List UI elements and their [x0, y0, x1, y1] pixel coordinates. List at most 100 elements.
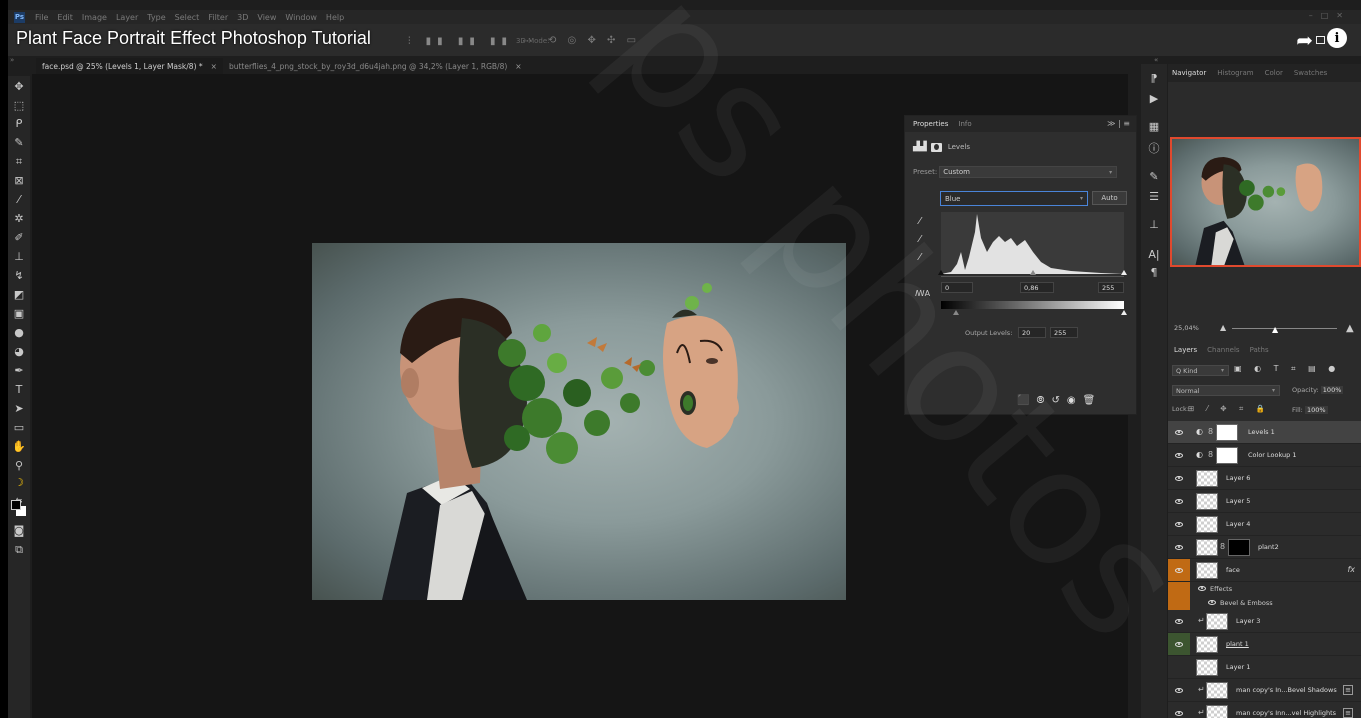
menu-image[interactable]: Image [82, 13, 107, 22]
history-brush-tool-icon[interactable]: ↯ [11, 269, 27, 283]
opacity-value[interactable]: 100% [1320, 386, 1344, 394]
clone-stamp-tool-icon[interactable]: ⊥ [11, 250, 27, 264]
brush-tool-icon[interactable]: ✐ [11, 231, 27, 245]
visibility-toggle[interactable] [1168, 513, 1190, 535]
zoom-in-icon[interactable]: ▲ [1346, 323, 1354, 334]
pen-tool-icon[interactable]: ✒ [11, 364, 27, 378]
tab-channels[interactable]: Channels [1207, 346, 1239, 354]
screen-mode-icon[interactable]: ⧉ [11, 543, 27, 557]
zoom-tool-icon[interactable]: ⚲ [11, 459, 27, 473]
fill-value[interactable]: 100% [1304, 406, 1328, 414]
layer-thumbnail[interactable] [1196, 493, 1218, 510]
adjustments-panel-icon[interactable]: ▦ [1147, 120, 1161, 133]
foreground-color-swatch[interactable] [11, 500, 21, 510]
crop-tool-icon[interactable]: ⌗ [11, 155, 27, 169]
reset-icon[interactable]: ↺ [1051, 395, 1066, 406]
channel-dropdown[interactable]: Blue ▾ [940, 191, 1088, 206]
brushes-panel-icon[interactable]: ✎ [1147, 170, 1161, 183]
layer-name[interactable]: Color Lookup 1 [1248, 451, 1297, 459]
layer-name[interactable]: Layer 4 [1226, 520, 1250, 528]
view-previous-icon[interactable]: ⦾ [1036, 395, 1051, 406]
visibility-toggle[interactable] [1168, 536, 1190, 558]
menu-layer[interactable]: Layer [116, 13, 138, 22]
menu-view[interactable]: View [257, 13, 276, 22]
eyedropper-tool-icon[interactable]: ⁄ [11, 193, 27, 207]
eye-icon[interactable] [1208, 600, 1216, 605]
3d-mode-icons[interactable]: ⟲ ◎ ✥ ✣ ▭ [548, 35, 640, 46]
history-panel-icon[interactable]: ⁋ [1147, 72, 1161, 85]
tab-swatches[interactable]: Swatches [1294, 69, 1327, 77]
input-black-field[interactable]: 0 [941, 282, 973, 293]
visibility-toggle[interactable] [1168, 610, 1190, 632]
levels-histogram-icon[interactable]: ▟▟ [913, 142, 927, 152]
tab-butterflies-png[interactable]: butterflies_4_png_stock_by_roy3d_d6u4jah… [223, 58, 528, 74]
auto-button[interactable]: Auto [1092, 191, 1127, 205]
layer-effects-row[interactable]: Effects [1168, 582, 1361, 596]
marquee-tool-icon[interactable]: ⬚ [11, 99, 27, 113]
lock-icons[interactable]: ⊞ ⁄ ✥ ⌗ 🔒 [1188, 404, 1270, 414]
menu-window[interactable]: Window [285, 13, 317, 22]
collapse-left-icon[interactable]: » [10, 56, 14, 64]
fill-control[interactable]: Fill: 100% [1292, 406, 1328, 414]
healing-brush-tool-icon[interactable]: ✲ [11, 212, 27, 226]
layer-thumbnail[interactable] [1206, 705, 1228, 718]
menu-3d[interactable]: 3D [237, 13, 248, 22]
close-tab-icon[interactable]: × [515, 62, 521, 71]
quick-mask-icon[interactable]: ◙ [11, 524, 27, 538]
layer-name[interactable]: Layer 6 [1226, 474, 1250, 482]
collapse-right-icon[interactable]: « [1154, 56, 1158, 64]
layer-kind-filter[interactable]: Q Kind ▾ [1172, 365, 1229, 376]
zoom-out-icon[interactable]: ▲ [1220, 323, 1226, 332]
input-black-slider[interactable] [938, 270, 944, 275]
gray-point-eyedropper-icon[interactable]: ⁄ [919, 234, 921, 245]
character-panel-icon[interactable]: A| [1147, 248, 1161, 261]
tab-info[interactable]: Info [958, 120, 971, 128]
layer-mask-thumbnail[interactable] [1216, 424, 1238, 441]
visibility-toggle[interactable] [1168, 679, 1190, 701]
layer-effect-bevel-emboss-row[interactable]: Bevel & Emboss [1168, 596, 1361, 610]
calculate-clipping-icon[interactable]: ꟿA [915, 289, 930, 298]
tab-navigator[interactable]: Navigator [1172, 69, 1206, 77]
input-gamma-field[interactable]: 0,86 [1020, 282, 1054, 293]
close-tab-icon[interactable]: × [211, 62, 217, 71]
menu-type[interactable]: Type [147, 13, 165, 22]
navigator-view-box[interactable] [1170, 137, 1361, 267]
output-black-slider[interactable] [952, 310, 959, 315]
delete-trash-icon[interactable]: 🗑 [1083, 395, 1103, 406]
blend-mode-dropdown[interactable]: Normal ▾ [1172, 385, 1280, 396]
layer-filter-icons[interactable]: ▣ ◐ T ⌗ ▤ ● [1234, 364, 1340, 374]
clip-to-layer-icon[interactable]: ⬛ [1017, 395, 1036, 406]
tab-color[interactable]: Color [1265, 69, 1283, 77]
type-tool-icon[interactable]: T [11, 383, 27, 397]
move-tool-icon[interactable]: ✥ [11, 80, 27, 94]
tab-paths[interactable]: Paths [1250, 346, 1269, 354]
layer-thumbnail[interactable] [1196, 636, 1218, 653]
layer-row-layer-6[interactable]: Layer 6 [1168, 467, 1361, 490]
layer-mask-thumbnail[interactable] [1216, 447, 1238, 464]
zoom-slider-handle[interactable]: ▲ [1272, 325, 1278, 334]
input-white-field[interactable]: 255 [1098, 282, 1124, 293]
gradient-tool-icon[interactable]: ▣ [11, 307, 27, 321]
visibility-toggle[interactable] [1168, 656, 1190, 678]
layer-name[interactable]: man copy's In...Bevel Shadows [1236, 686, 1337, 694]
edit-toolbar-icon[interactable]: ☽ [11, 476, 27, 490]
layer-thumbnail[interactable] [1206, 682, 1228, 699]
visibility-toggle[interactable] [1168, 421, 1190, 443]
layer-thumbnail[interactable] [1196, 562, 1218, 579]
opacity-control[interactable]: Opacity: 100% [1292, 386, 1344, 394]
frame-tool-icon[interactable]: ⊠ [11, 174, 27, 188]
output-white-slider[interactable] [1121, 310, 1127, 315]
share-arrow-icon[interactable]: ➦ [1296, 28, 1313, 52]
layer-thumbnail[interactable] [1196, 539, 1218, 556]
panel-menu-icon[interactable]: ≫ | ≡ [1107, 119, 1130, 128]
window-controls[interactable]: –□✕ [1309, 11, 1351, 20]
lasso-tool-icon[interactable]: ᑭ [11, 117, 27, 131]
layer-row-layer-5[interactable]: Layer 5 [1168, 490, 1361, 513]
clone-source-icon[interactable]: ⊥ [1147, 218, 1161, 231]
document-canvas-image[interactable] [312, 243, 846, 600]
workspace-icon[interactable] [1316, 36, 1325, 44]
quick-select-tool-icon[interactable]: ✎ [11, 136, 27, 150]
menu-file[interactable]: File [35, 13, 48, 22]
layer-row-bevel-shadows[interactable]: ↵ man copy's In...Bevel Shadows ≡ [1168, 679, 1361, 702]
layer-row-layer-4[interactable]: Layer 4 [1168, 513, 1361, 536]
